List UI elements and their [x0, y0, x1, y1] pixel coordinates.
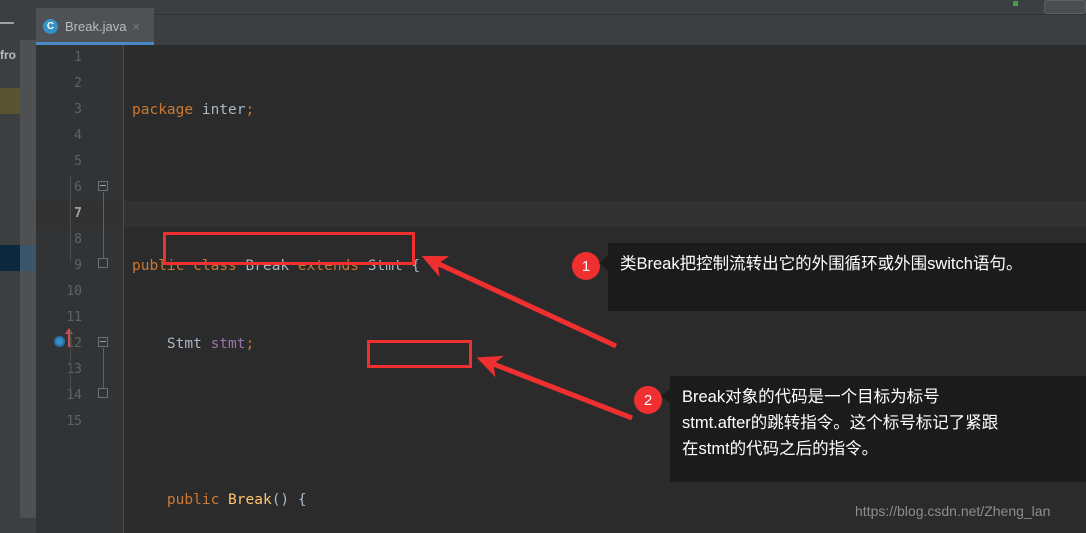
ide-window: fro C Break.java × 1 2 3 4 5 6 7 8 9 10 … — [0, 0, 1086, 533]
editor-scrollbar-thumb[interactable] — [1044, 0, 1086, 14]
indent-guide — [70, 175, 71, 261]
close-icon[interactable]: × — [132, 19, 140, 34]
line-number: 3 — [74, 102, 82, 117]
callout-badge-1: 1 — [572, 252, 600, 280]
collapse-dash-icon[interactable] — [0, 22, 14, 24]
callout-text-2: Break对象的代码是一个目标为标号 stmt.after的跳转指令。这个标号标… — [682, 388, 999, 458]
code-line-4: Stmt stmt; — [166, 336, 255, 352]
fold-marker-close[interactable] — [98, 388, 109, 399]
project-tree-scrollbar[interactable] — [20, 40, 36, 533]
line-number: 6 — [74, 180, 82, 195]
callout-tail-1 — [599, 255, 609, 271]
fold-marker-open[interactable] — [98, 181, 109, 192]
callout-badge-2: 2 — [634, 386, 662, 414]
highlight-box-stmt-after — [367, 340, 472, 368]
editor-tab-bar: C Break.java × — [36, 0, 1086, 45]
editor-tab-break-java[interactable]: C Break.java × — [36, 8, 154, 45]
callout-text-1: 类Break把控制流转出它的外围循环或外围switch语句。 — [620, 255, 1023, 273]
line-number: 9 — [74, 258, 82, 273]
project-tree-truncated-label: fro — [0, 48, 16, 62]
project-tree-scrollbar-thumb[interactable] — [20, 245, 36, 271]
overriding-method-icon[interactable] — [54, 336, 65, 347]
project-tree-highlight-row — [0, 88, 20, 114]
java-class-icon: C — [43, 19, 58, 34]
fold-marker-close[interactable] — [98, 258, 109, 269]
fold-region-line — [103, 348, 104, 388]
tab-bar-divider — [36, 14, 1086, 15]
callout-tail-2 — [661, 388, 671, 404]
watermark-url: https://blog.csdn.net/Zheng_lan — [855, 503, 1051, 519]
left-status-strip — [0, 518, 36, 533]
line-number: 10 — [66, 284, 82, 299]
project-tree-selected-row — [0, 245, 20, 271]
callout-box-2: Break对象的代码是一个目标为标号 stmt.after的跳转指令。这个标号标… — [661, 376, 1086, 482]
fold-gutter[interactable] — [92, 45, 124, 533]
line-number-current: 7 — [74, 206, 82, 221]
line-number: 8 — [74, 232, 82, 247]
line-number: 5 — [74, 154, 82, 169]
fold-marker-open[interactable] — [98, 337, 109, 348]
indent-guide — [70, 331, 71, 391]
inspection-status-icon[interactable] — [1013, 1, 1018, 6]
line-number: 13 — [66, 362, 82, 377]
tab-label: Break.java — [65, 19, 127, 34]
line-number: 14 — [66, 388, 82, 403]
line-number: 11 — [66, 310, 82, 325]
line-number: 2 — [74, 76, 82, 91]
line-number: 1 — [74, 50, 82, 65]
project-tree-header — [20, 0, 36, 40]
callout-box-1: 类Break把控制流转出它的外围循环或外围switch语句。 — [599, 243, 1086, 311]
fold-region-line — [103, 192, 104, 258]
line-number: 4 — [74, 128, 82, 143]
code-line-1: package inter; — [132, 102, 255, 118]
highlight-box-stmt-enclosing — [163, 232, 415, 265]
gutter-divider — [123, 45, 124, 533]
line-number: 15 — [66, 414, 82, 429]
override-arrow-head-icon — [65, 328, 73, 334]
